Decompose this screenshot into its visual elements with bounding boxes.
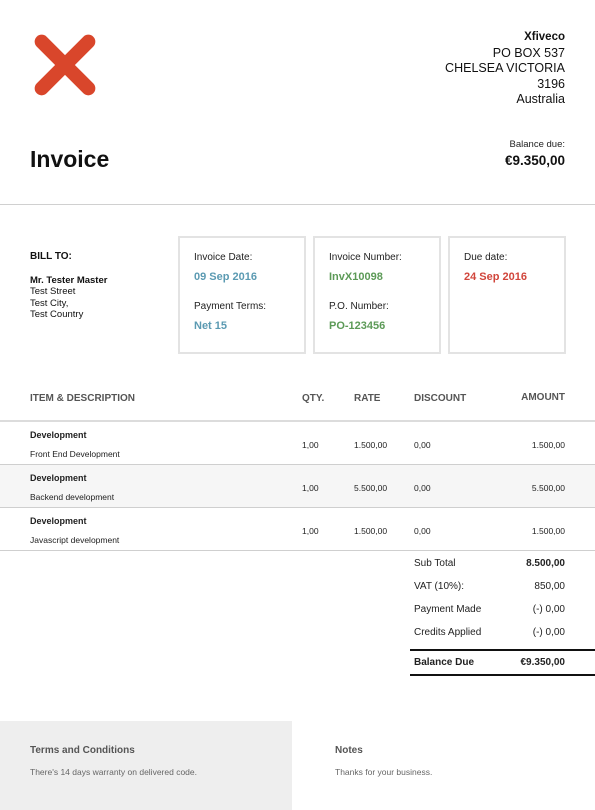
credits-applied-label: Credits Applied xyxy=(414,627,482,638)
row-qty: 1,00 xyxy=(302,440,319,450)
table-row: Development Backend development 1,00 5.5… xyxy=(0,465,595,508)
company-address: Xfiveco PO BOX 537 CHELSEA VICTORIA 3196… xyxy=(445,30,565,108)
header-item: ITEM & DESCRIPTION xyxy=(30,393,136,404)
invoice-date-label: Invoice Date: xyxy=(194,252,253,263)
subtotal-label: Sub Total xyxy=(414,558,456,569)
invoice-date-box: Invoice Date: 09 Sep 2016 Payment Terms:… xyxy=(178,236,306,354)
header-divider xyxy=(0,204,595,205)
notes-title: Notes xyxy=(335,745,363,756)
terms-title: Terms and Conditions xyxy=(30,745,135,756)
address-line: Australia xyxy=(516,92,565,106)
customer-country: Test Country xyxy=(30,309,84,320)
bill-to: BILL TO: Mr. Tester Master Test Street T… xyxy=(30,251,107,321)
row-rate: 1.500,00 xyxy=(354,440,388,450)
address-line: 3196 xyxy=(537,76,565,91)
address-line: PO BOX 537 xyxy=(492,45,565,60)
row-amount: 1.500,00 xyxy=(531,440,565,450)
customer-name: Mr. Tester Master xyxy=(30,274,108,286)
payment-terms-label: Payment Terms: xyxy=(194,301,267,312)
invoice-number-box: Invoice Number: InvX10098 P.O. Number: P… xyxy=(313,236,441,354)
invoice-date-value: 09 Sep 2016 xyxy=(194,271,257,283)
row-rate: 5.500,00 xyxy=(354,483,388,493)
company-name: Xfiveco xyxy=(524,31,565,43)
subtotal-value: 8.500,00 xyxy=(526,558,565,569)
total-balance-due-value: €9.350,00 xyxy=(520,657,566,668)
header-rate: RATE xyxy=(354,393,381,404)
customer-street: Test Street xyxy=(30,286,76,297)
credits-applied-value: (-) 0,00 xyxy=(532,627,565,638)
po-number-value: PO-123456 xyxy=(329,320,386,332)
row-qty: 1,00 xyxy=(302,526,319,536)
invoice-number-value: InvX10098 xyxy=(329,271,383,283)
header-amount: AMOUNT xyxy=(521,392,565,403)
row-item: Development xyxy=(30,473,87,483)
row-discount: 0,00 xyxy=(414,526,431,536)
row-qty: 1,00 xyxy=(302,483,319,493)
row-discount: 0,00 xyxy=(414,483,431,493)
balance-due-label: Balance due: xyxy=(509,139,565,150)
address-line: CHELSEA VICTORIA xyxy=(445,61,565,75)
table-row: Development Front End Development 1,00 1… xyxy=(0,422,595,465)
row-amount: 5.500,00 xyxy=(531,483,565,493)
balance-due-top-rule xyxy=(410,649,595,651)
vat-value: 850,00 xyxy=(534,581,565,592)
bill-to-label: BILL TO: xyxy=(30,251,72,262)
notes-text: Thanks for your business. xyxy=(335,767,433,777)
balance-due-amount: €9.350,00 xyxy=(504,153,565,168)
row-discount: 0,00 xyxy=(414,440,431,450)
terms-text: There's 14 days warranty on delivered co… xyxy=(30,767,197,777)
terms-panel xyxy=(0,721,292,810)
invoice-number-label: Invoice Number: xyxy=(329,252,402,263)
po-number-label: P.O. Number: xyxy=(329,301,389,312)
customer-city: Test City, xyxy=(30,297,69,309)
total-balance-due-label: Balance Due xyxy=(414,657,475,668)
due-date-label: Due date: xyxy=(464,252,508,263)
vat-label: VAT (10%): xyxy=(414,581,465,592)
row-description: Javascript development xyxy=(30,535,120,545)
row-rate: 1.500,00 xyxy=(354,526,388,536)
row-item: Development xyxy=(30,430,87,440)
header-discount: DISCOUNT xyxy=(414,393,467,404)
header-qty: QTY. xyxy=(302,393,325,404)
payment-made-label: Payment Made xyxy=(414,604,482,615)
payment-terms-value: Net 15 xyxy=(194,320,228,332)
company-logo xyxy=(34,34,96,96)
row-description: Front End Development xyxy=(30,449,120,459)
balance-due-bottom-rule xyxy=(410,674,595,676)
due-date-value: 24 Sep 2016 xyxy=(464,271,527,283)
row-amount: 1.500,00 xyxy=(531,526,565,536)
table-row: Development Javascript development 1,00 … xyxy=(0,508,595,551)
row-item: Development xyxy=(30,516,87,526)
row-description: Backend development xyxy=(30,492,115,502)
row-divider xyxy=(0,550,595,551)
page-title: Invoice xyxy=(30,146,110,172)
due-date-box: Due date: 24 Sep 2016 xyxy=(448,236,566,354)
payment-made-value: (-) 0,00 xyxy=(532,604,565,615)
